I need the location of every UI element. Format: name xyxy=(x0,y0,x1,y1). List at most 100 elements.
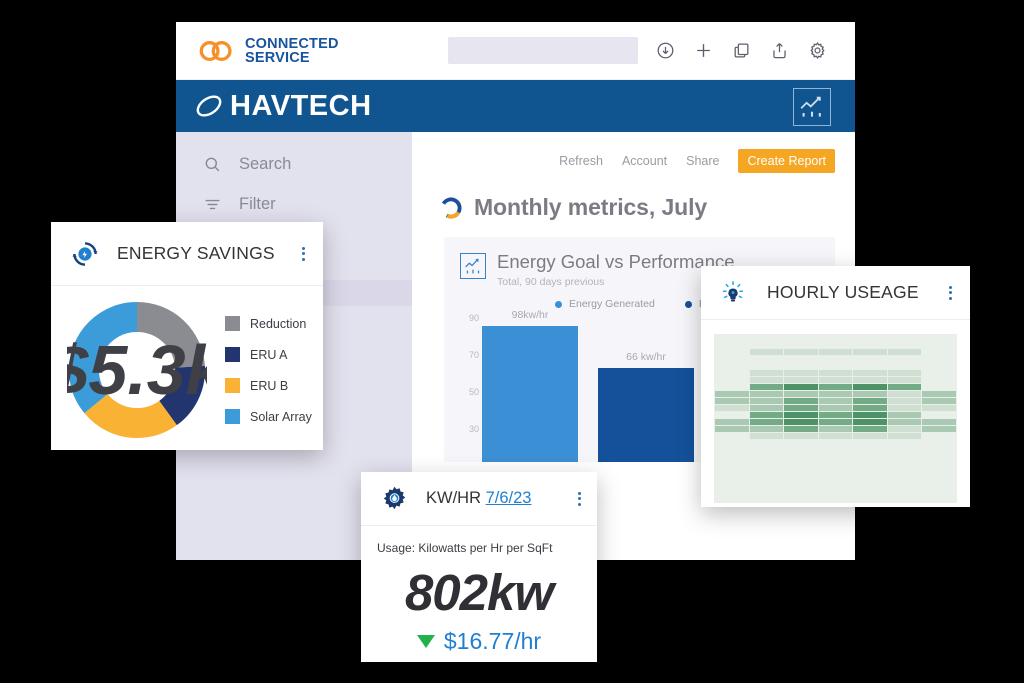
search-input[interactable] xyxy=(448,37,638,64)
heatmap-cell[interactable] xyxy=(784,335,818,341)
heatmap-cell[interactable] xyxy=(818,405,853,411)
heatmap-cell[interactable] xyxy=(818,482,853,488)
heatmap-cell[interactable] xyxy=(784,440,818,446)
heatmap-cell[interactable] xyxy=(818,496,853,502)
create-report-button[interactable]: Create Report xyxy=(738,149,835,173)
heatmap-cell[interactable] xyxy=(887,461,922,467)
heatmap-cell[interactable] xyxy=(887,405,922,411)
heatmap-cell[interactable] xyxy=(887,426,922,432)
heatmap-cell[interactable] xyxy=(784,391,818,397)
heatmap-cell[interactable] xyxy=(887,398,922,404)
heatmap-cell[interactable] xyxy=(784,461,818,467)
heatmap-cell[interactable] xyxy=(715,482,749,488)
heatmap-cell[interactable] xyxy=(922,384,956,390)
heatmap-cell[interactable] xyxy=(818,440,853,446)
heatmap-cell[interactable] xyxy=(749,482,784,488)
heatmap-cell[interactable] xyxy=(887,433,922,439)
heatmap-cell[interactable] xyxy=(784,482,818,488)
heatmap-cell[interactable] xyxy=(749,489,784,495)
heatmap-cell[interactable] xyxy=(922,482,956,488)
heatmap-cell[interactable] xyxy=(749,398,784,404)
heatmap-cell[interactable] xyxy=(715,433,749,439)
heatmap-cell[interactable] xyxy=(715,405,749,411)
heatmap-cell[interactable] xyxy=(749,419,784,425)
heatmap-cell[interactable] xyxy=(853,412,887,418)
heatmap-cell[interactable] xyxy=(784,384,818,390)
heatmap-cell[interactable] xyxy=(922,475,956,481)
heatmap-cell[interactable] xyxy=(853,384,887,390)
heatmap-cell[interactable] xyxy=(853,419,887,425)
kebab-menu-icon[interactable] xyxy=(578,491,581,506)
heatmap-cell[interactable] xyxy=(853,370,887,376)
heatmap-cell[interactable] xyxy=(715,356,749,362)
share-link[interactable]: Share xyxy=(686,154,719,168)
heatmap-cell[interactable] xyxy=(749,349,784,355)
heatmap-cell[interactable] xyxy=(853,356,887,362)
heatmap-cell[interactable] xyxy=(853,468,887,474)
heatmap-cell[interactable] xyxy=(784,426,818,432)
heatmap-cell[interactable] xyxy=(715,461,749,467)
gear-icon[interactable] xyxy=(808,41,827,60)
heatmap-cell[interactable] xyxy=(784,489,818,495)
copy-icon[interactable] xyxy=(732,41,751,60)
heatmap-cell[interactable] xyxy=(749,496,784,502)
heatmap-cell[interactable] xyxy=(715,419,749,425)
heatmap-cell[interactable] xyxy=(818,342,853,348)
download-circle-icon[interactable] xyxy=(656,41,675,60)
heatmap-cell[interactable] xyxy=(818,377,853,383)
heatmap-cell[interactable] xyxy=(715,370,749,376)
heatmap-cell[interactable] xyxy=(715,335,749,341)
heatmap-cell[interactable] xyxy=(818,461,853,467)
heatmap-cell[interactable] xyxy=(749,342,784,348)
sidebar-item-filter[interactable]: Filter xyxy=(176,184,412,224)
heatmap-cell[interactable] xyxy=(749,335,784,341)
kwhr-date-link[interactable]: 7/6/23 xyxy=(486,489,532,507)
heatmap-cell[interactable] xyxy=(818,426,853,432)
heatmap-cell[interactable] xyxy=(715,391,749,397)
analytics-toggle-button[interactable] xyxy=(793,88,831,126)
heatmap-cell[interactable] xyxy=(784,496,818,502)
heatmap-cell[interactable] xyxy=(749,426,784,432)
heatmap-cell[interactable] xyxy=(784,475,818,481)
heatmap-cell[interactable] xyxy=(853,342,887,348)
refresh-link[interactable]: Refresh xyxy=(559,154,603,168)
heatmap-cell[interactable] xyxy=(818,433,853,439)
heatmap-cell[interactable] xyxy=(853,482,887,488)
heatmap-cell[interactable] xyxy=(887,342,922,348)
heatmap-cell[interactable] xyxy=(749,475,784,481)
heatmap-cell[interactable] xyxy=(749,468,784,474)
heatmap-cell[interactable] xyxy=(853,405,887,411)
heatmap-cell[interactable] xyxy=(818,398,853,404)
heatmap-cell[interactable] xyxy=(853,496,887,502)
heatmap-cell[interactable] xyxy=(887,419,922,425)
heatmap-cell[interactable] xyxy=(922,398,956,404)
heatmap-cell[interactable] xyxy=(715,412,749,418)
heatmap-cell[interactable] xyxy=(887,496,922,502)
heatmap-cell[interactable] xyxy=(784,370,818,376)
heatmap-cell[interactable] xyxy=(853,398,887,404)
heatmap-cell[interactable] xyxy=(818,468,853,474)
heatmap-cell[interactable] xyxy=(853,335,887,341)
heatmap-cell[interactable] xyxy=(715,440,749,446)
heatmap-cell[interactable] xyxy=(853,440,887,446)
heatmap-cell[interactable] xyxy=(853,447,887,453)
heatmap-cell[interactable] xyxy=(715,468,749,474)
heatmap-cell[interactable] xyxy=(818,447,853,453)
heatmap-cell[interactable] xyxy=(853,349,887,355)
heatmap-cell[interactable] xyxy=(887,482,922,488)
heatmap-cell[interactable] xyxy=(749,461,784,467)
heatmap-cell[interactable] xyxy=(749,356,784,362)
heatmap-cell[interactable] xyxy=(853,391,887,397)
heatmap-cell[interactable] xyxy=(853,433,887,439)
heatmap-cell[interactable] xyxy=(887,377,922,383)
heatmap-cell[interactable] xyxy=(749,391,784,397)
heatmap-cell[interactable] xyxy=(749,363,784,369)
heatmap-cell[interactable] xyxy=(922,440,956,446)
heatmap-cell[interactable] xyxy=(818,384,853,390)
heatmap-cell[interactable] xyxy=(887,412,922,418)
heatmap-cell[interactable] xyxy=(887,356,922,362)
heatmap-cell[interactable] xyxy=(922,447,956,453)
heatmap-cell[interactable] xyxy=(922,335,956,341)
heatmap-cell[interactable] xyxy=(922,405,956,411)
heatmap-cell[interactable] xyxy=(749,384,784,390)
